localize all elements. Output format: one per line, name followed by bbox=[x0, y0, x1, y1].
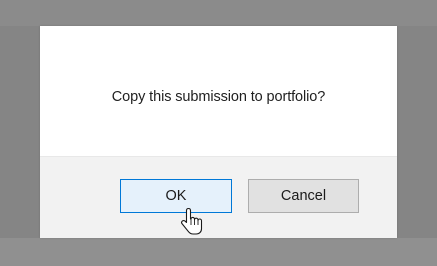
dialog-footer: OK Cancel bbox=[40, 156, 397, 238]
cancel-button[interactable]: Cancel bbox=[248, 179, 359, 213]
confirm-dialog: Copy this submission to portfolio? OK Ca… bbox=[40, 26, 397, 238]
dialog-body: Copy this submission to portfolio? bbox=[40, 26, 397, 156]
ok-button[interactable]: OK bbox=[120, 179, 232, 213]
modal-backdrop-bottom bbox=[0, 238, 437, 266]
modal-backdrop-top bbox=[0, 0, 437, 26]
dialog-message: Copy this submission to portfolio? bbox=[111, 89, 326, 105]
